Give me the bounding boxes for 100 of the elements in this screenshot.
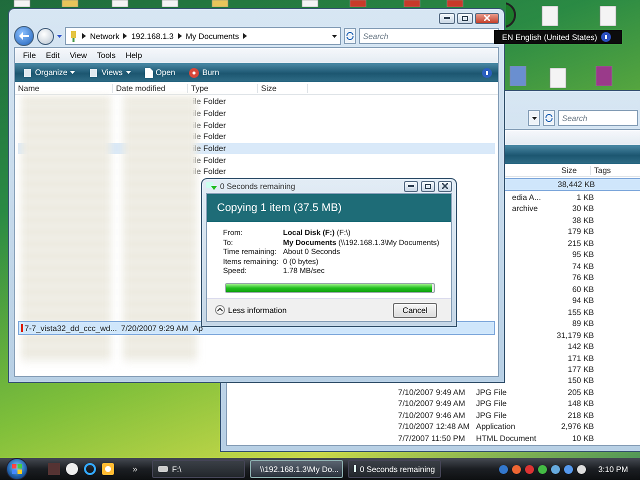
maximize-button[interactable] xyxy=(457,12,473,24)
size-cell-text: 155 KB xyxy=(566,308,594,317)
language-bar[interactable]: EN English (United States) xyxy=(494,30,622,44)
help-icon[interactable] xyxy=(482,68,492,78)
date-cell-text: 7/7/2007 11:50 PM xyxy=(397,434,466,443)
breadcrumb-item[interactable]: My Documents xyxy=(186,32,239,40)
chevron-right-icon xyxy=(82,33,86,39)
maximize-button[interactable] xyxy=(421,180,435,192)
type-cell-text: ile Folder xyxy=(192,144,227,154)
menu-item[interactable]: File xyxy=(23,51,36,60)
date-cell-text: 7/10/2007 9:49 AM xyxy=(397,388,466,397)
size-cell-text: 76 KB xyxy=(571,273,594,282)
minimize-icon xyxy=(444,17,450,19)
document-icon[interactable] xyxy=(540,6,560,26)
size-cell-text: 218 KB xyxy=(566,410,594,420)
clock[interactable]: 3:10 PM xyxy=(598,464,628,474)
address-bar[interactable]: Network 192.168.1.3 My Documents xyxy=(65,27,341,45)
taskbar-button[interactable]: 0 Seconds remaining xyxy=(348,460,441,478)
date-cell-text: 7/10/2007 9:49 AM xyxy=(397,399,466,408)
type-cell-text: ile Folder xyxy=(192,167,227,176)
details-toggle[interactable]: Less information xyxy=(215,305,287,315)
size-cell-text: 2,976 KB xyxy=(560,422,594,432)
help-icon[interactable] xyxy=(601,32,612,42)
maximize-icon xyxy=(425,184,431,188)
taskbar-button[interactable]: \\192.168.1.3\My Do... xyxy=(250,460,343,478)
type-cell-text: edia A... xyxy=(511,192,542,202)
toolbar-button[interactable]: Views xyxy=(87,68,133,78)
type-cell-text: JPG File xyxy=(475,410,508,420)
size-cell-text: 215 KB xyxy=(566,238,594,248)
close-icon xyxy=(484,15,490,21)
column-header[interactable]: Type xyxy=(188,84,258,92)
type-cell-text: archive xyxy=(511,204,539,214)
size-cell-text: 74 KB xyxy=(571,262,594,271)
back-button[interactable] xyxy=(14,26,34,46)
search-field[interactable]: Search xyxy=(558,110,638,126)
type-cell-text: ile Folder xyxy=(192,97,227,106)
menu-item[interactable]: Tools xyxy=(96,51,116,60)
type-cell-text: ile Folder xyxy=(192,109,227,118)
size-cell-text: 177 KB xyxy=(566,364,594,374)
size-cell-text: 38,442 KB xyxy=(556,180,595,190)
column-header[interactable]: Tags xyxy=(591,166,640,174)
drive-icon xyxy=(158,466,168,472)
windows-logo-icon xyxy=(12,464,22,474)
close-button[interactable] xyxy=(475,12,499,24)
column-header[interactable]: Date modified xyxy=(113,84,188,92)
menu-item[interactable]: View xyxy=(70,51,87,60)
dialog-heading: Copying 1 item (37.5 MB) xyxy=(207,194,451,222)
toolbar-button[interactable]: Burn xyxy=(187,68,222,78)
caret-icon xyxy=(57,34,62,38)
type-cell-text: HTML Document xyxy=(475,434,538,443)
type-cell-text: ile Folder xyxy=(192,132,227,142)
size-cell-text: 31,179 KB xyxy=(556,330,594,340)
breadcrumb-item[interactable]: Network xyxy=(90,32,120,40)
back-arrow-icon xyxy=(19,32,29,40)
size-cell-text: 205 KB xyxy=(566,388,594,397)
size-cell-text: 1 KB xyxy=(576,192,594,202)
breadcrumb-item[interactable]: 192.168.1.3 xyxy=(131,32,174,40)
start-button[interactable] xyxy=(6,458,28,480)
refresh-icon xyxy=(545,114,553,122)
type-cell-text: JPG File xyxy=(475,399,508,408)
caret-icon xyxy=(126,71,131,74)
close-icon xyxy=(442,183,448,189)
chevron-right-icon xyxy=(123,33,128,39)
size-cell-text: 30 KB xyxy=(571,204,594,214)
size-cell-text: 60 KB xyxy=(571,284,594,294)
document-icon[interactable] xyxy=(548,68,568,88)
column-header[interactable]: Size xyxy=(545,166,591,174)
close-button[interactable] xyxy=(438,180,452,192)
type-cell-text: ile Folder xyxy=(192,120,227,130)
chevron-right-icon xyxy=(178,33,182,39)
document-icon xyxy=(144,68,153,78)
column-header[interactable]: Name xyxy=(15,84,113,92)
type-cell-text: Application xyxy=(475,422,516,432)
minimize-button[interactable] xyxy=(404,180,418,192)
file-name-cell[interactable]: 7-7_vista32_dd_ccc_wd... xyxy=(19,324,117,333)
type-cell-text: Ap xyxy=(192,324,204,333)
search-field[interactable]: Search xyxy=(359,28,499,44)
size-cell-text: 150 KB xyxy=(566,376,594,386)
toolbar-button[interactable]: Organize xyxy=(21,68,78,78)
date-cell-text: 7/10/2007 9:46 AM xyxy=(397,410,466,420)
size-cell-text: 89 KB xyxy=(571,319,594,328)
minimize-button[interactable] xyxy=(439,12,455,24)
forward-button[interactable] xyxy=(37,28,54,44)
size-cell-text: 95 KB xyxy=(571,250,594,260)
menu-item[interactable]: Help xyxy=(126,51,142,60)
column-header[interactable]: Size xyxy=(258,84,308,92)
type-cell-text: JPG File xyxy=(475,388,508,397)
chevron-up-icon xyxy=(215,305,225,315)
size-cell-text: 94 KB xyxy=(571,296,594,306)
toolbar-button[interactable]: Open xyxy=(142,68,178,78)
menu-item[interactable]: Edit xyxy=(46,51,60,60)
dropdown-button[interactable] xyxy=(528,110,540,126)
refresh-icon xyxy=(346,32,354,40)
taskbar-button[interactable]: F:\ xyxy=(152,460,245,478)
more-button[interactable]: » xyxy=(128,464,142,474)
cancel-button[interactable]: Cancel xyxy=(393,302,437,318)
refresh-button[interactable] xyxy=(344,28,356,44)
size-cell-text: 38 KB xyxy=(571,216,594,225)
refresh-button[interactable] xyxy=(543,110,555,126)
size-cell-text: 171 KB xyxy=(566,354,594,362)
